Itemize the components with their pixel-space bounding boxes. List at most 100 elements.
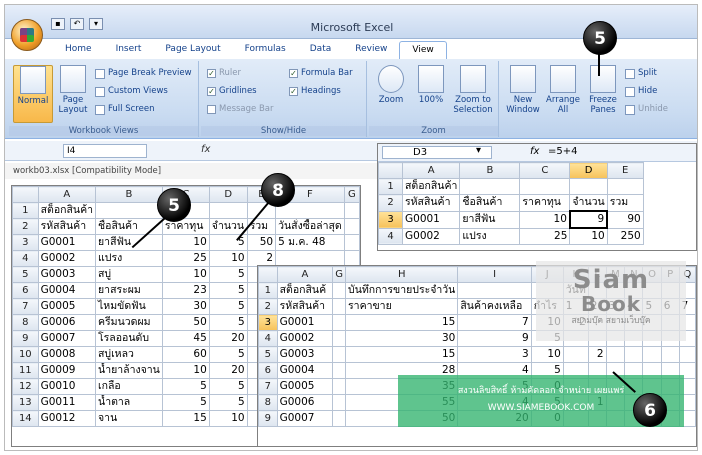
row-header[interactable]: 4 (378, 227, 403, 245)
cell[interactable]: รหัสสินค้า (401, 194, 461, 212)
cell[interactable]: G0012 (37, 410, 97, 427)
row-header[interactable]: 2 (12, 218, 39, 235)
cell[interactable]: G0007 (276, 410, 334, 427)
cell[interactable]: 3 (457, 346, 532, 363)
new-window-button[interactable]: New Window (503, 65, 543, 115)
cell[interactable]: G0005 (276, 378, 334, 395)
row-header[interactable]: 12 (12, 378, 39, 395)
cell[interactable]: ราคาขาย (345, 298, 459, 315)
row-header[interactable]: 6 (12, 282, 39, 299)
cell[interactable]: 10 (161, 362, 210, 379)
cell[interactable]: 10 (208, 250, 248, 267)
row-header[interactable]: 6 (258, 362, 278, 379)
row-header[interactable]: 5 (258, 346, 278, 363)
zoom-to-selection-button[interactable]: Zoom to Selection (451, 65, 495, 115)
cell[interactable]: รหัสสินค้า (37, 218, 97, 235)
row-header[interactable]: 2 (378, 194, 403, 212)
cell[interactable]: G0005 (37, 298, 97, 315)
ruler-checkbox[interactable]: ✓ Ruler (207, 67, 241, 80)
cell[interactable]: 25 (161, 250, 210, 267)
cell[interactable] (332, 330, 347, 347)
cell[interactable]: สบู่เหลว (95, 346, 163, 363)
cell[interactable] (642, 346, 662, 363)
cell[interactable]: 5 (208, 314, 248, 331)
arrange-all-button[interactable]: Arrange All (543, 65, 583, 115)
row-header[interactable]: 4 (258, 330, 278, 347)
cell[interactable] (332, 346, 347, 363)
cell[interactable] (678, 346, 696, 363)
page-break-preview-button[interactable]: Page Break Preview (95, 67, 192, 80)
office-button[interactable] (11, 19, 43, 51)
row-header[interactable]: 9 (12, 330, 39, 347)
select-all-corner[interactable] (12, 186, 39, 203)
column-header[interactable]: D (208, 186, 248, 203)
row-header[interactable]: 3 (12, 234, 39, 251)
tab-data[interactable]: Data (298, 41, 344, 59)
cell[interactable]: 9 (457, 330, 532, 347)
cell[interactable]: 5 (208, 234, 248, 251)
row-header[interactable]: 2 (258, 298, 278, 315)
cell[interactable]: G0006 (37, 314, 97, 331)
normal-view-button[interactable]: Normal (13, 65, 53, 123)
cell[interactable]: สต็อกสินค้ (276, 282, 334, 299)
cell[interactable]: 7 (457, 314, 532, 331)
cell[interactable] (624, 346, 644, 363)
cell[interactable] (457, 282, 532, 299)
message-bar-checkbox[interactable]: Message Bar (207, 103, 274, 116)
cell[interactable]: 45 (161, 330, 210, 347)
row-header[interactable]: 11 (12, 362, 39, 379)
column-header[interactable]: G (332, 266, 347, 283)
cell[interactable]: 5 (161, 394, 210, 411)
cell[interactable]: 20 (208, 330, 248, 347)
cell[interactable]: G0004 (37, 282, 97, 299)
zoom-button[interactable]: Zoom (371, 65, 411, 105)
cell[interactable]: G0008 (37, 346, 97, 363)
cell[interactable] (343, 218, 360, 235)
cell[interactable]: สินค้าคงเหลือ (457, 298, 532, 315)
cell[interactable]: ราคาทุน (519, 194, 571, 212)
cell[interactable]: สต็อกสินค้า (37, 202, 97, 219)
row-header[interactable]: 13 (12, 394, 39, 411)
row-header[interactable]: 8 (258, 394, 278, 411)
hide-button[interactable]: Hide (625, 85, 657, 98)
headings-checkbox[interactable]: ✓ Headings (289, 85, 341, 98)
cell[interactable]: G0006 (276, 394, 334, 411)
cell[interactable]: G0002 (37, 250, 97, 267)
cell[interactable] (332, 282, 347, 299)
row-header[interactable]: 14 (12, 410, 39, 427)
column-header[interactable]: A (276, 266, 334, 283)
cell[interactable]: รวม (606, 194, 644, 212)
formula-text[interactable]: =5+4 (548, 146, 577, 157)
cell[interactable]: 250 (606, 227, 644, 245)
cell[interactable]: สบู่ (95, 266, 163, 283)
cell[interactable] (562, 346, 589, 363)
cell[interactable] (459, 178, 521, 195)
tab-view[interactable]: View (399, 41, 447, 59)
tab-insert[interactable]: Insert (104, 41, 154, 59)
row-header[interactable]: 1 (378, 178, 403, 195)
tab-home[interactable]: Home (53, 41, 104, 59)
cell[interactable]: 2 (587, 346, 607, 363)
cell[interactable] (332, 314, 347, 331)
cell[interactable] (208, 202, 248, 219)
cell[interactable]: G0009 (37, 362, 97, 379)
cell[interactable]: 10 (161, 234, 210, 251)
cell[interactable]: 15 (161, 410, 210, 427)
cell[interactable]: 9 (568, 210, 609, 229)
cell[interactable] (343, 202, 360, 219)
cell[interactable]: G0003 (276, 346, 334, 363)
cell[interactable]: 5 (208, 282, 248, 299)
column-header[interactable]: G (343, 186, 360, 203)
cell[interactable]: น้ำตาล (95, 394, 163, 411)
column-header[interactable]: E (606, 162, 644, 179)
cell[interactable]: ยาสีฟัน (95, 234, 163, 251)
cell[interactable]: 5 (208, 346, 248, 363)
column-header[interactable]: B (95, 186, 163, 203)
row-header[interactable]: 5 (12, 266, 39, 283)
cell[interactable]: 30 (345, 330, 459, 347)
cell[interactable]: 10 (161, 266, 210, 283)
freeze-panes-button[interactable]: Freeze Panes (583, 65, 623, 115)
cell[interactable]: G0004 (276, 362, 334, 379)
cell[interactable]: จำนวน (569, 194, 608, 212)
cell[interactable]: 30 (161, 298, 210, 315)
